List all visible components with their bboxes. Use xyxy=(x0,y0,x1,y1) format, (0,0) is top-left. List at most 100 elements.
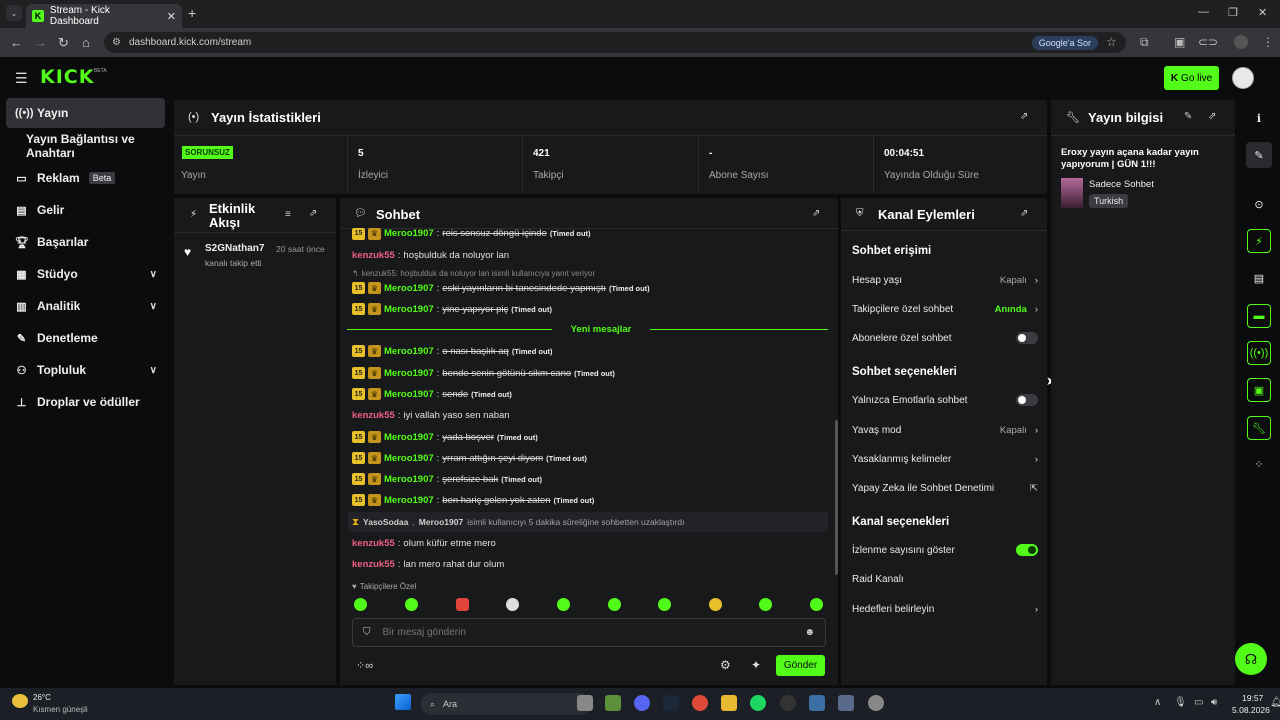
back-icon[interactable]: ← xyxy=(10,35,23,50)
chat-username[interactable]: Meroo1907 xyxy=(384,432,434,443)
mod-tools-icon[interactable]: ✦ xyxy=(751,658,761,672)
emote-icon[interactable] xyxy=(506,598,519,611)
network-icon[interactable]: ▭ xyxy=(1194,697,1203,708)
restore-icon[interactable]: ❐ xyxy=(1228,6,1238,19)
apps-icon[interactable]: ⁘ xyxy=(1246,451,1272,477)
broadcast-icon[interactable]: ((•)) xyxy=(1247,341,1271,365)
sidebar-item-basarilar[interactable]: 🏆︎ Başarılar xyxy=(6,227,165,257)
sidebar-item-analitik[interactable]: ▥ Analitik ∨ xyxy=(6,291,165,321)
chat-bubble-icon[interactable]: ▬ xyxy=(1247,304,1271,328)
raid-channel-row[interactable]: Raid Kanalı xyxy=(852,569,1038,589)
chat-message-input[interactable] xyxy=(382,627,793,638)
sidebar-item-denetleme[interactable]: ✎ Denetleme xyxy=(6,323,165,353)
chat-username[interactable]: kenzuk55 xyxy=(352,410,395,421)
sidebar-item-yayin[interactable]: ((•)) Yayın xyxy=(6,98,165,128)
mod-target[interactable]: Meroo1907 xyxy=(419,517,463,527)
taskbar-search[interactable]: ⌕ Ara xyxy=(421,693,591,715)
chat-username[interactable]: Meroo1907 xyxy=(384,495,434,506)
emote-only-toggle[interactable] xyxy=(1016,394,1038,406)
hamburger-menu-icon[interactable]: ☰ xyxy=(15,70,28,87)
app-icon[interactable] xyxy=(809,695,825,711)
lightning-icon[interactable]: ⚡︎ xyxy=(1247,229,1271,253)
show-views-toggle[interactable] xyxy=(1016,544,1038,556)
reload-icon[interactable]: ↻ xyxy=(58,35,69,51)
steam-icon[interactable] xyxy=(663,695,679,711)
volume-icon[interactable]: 🔊︎ xyxy=(1211,697,1217,708)
sidebar-item-studyo[interactable]: ▦ Stüdyo ∨ xyxy=(6,259,165,289)
emote-icon[interactable] xyxy=(557,598,570,611)
emote-icon[interactable] xyxy=(405,598,418,611)
edit-pencil-icon[interactable]: ✎ xyxy=(1184,111,1192,122)
extensions-icon[interactable]: ⧉ xyxy=(1140,35,1149,50)
sidebar-item-droplar[interactable]: ⊥ Droplar ve ödüller xyxy=(6,387,165,417)
wrench-icon[interactable]: 🔧︎ xyxy=(1247,416,1271,440)
app-icon[interactable] xyxy=(780,695,796,711)
filter-icon[interactable]: ≡ xyxy=(285,209,291,220)
popout-icon[interactable]: ⇗ xyxy=(812,208,820,219)
activity-user[interactable]: S2GNathan7 xyxy=(205,243,264,254)
popout-icon[interactable]: ⇗ xyxy=(1020,111,1028,122)
sidebar-item-topluluk[interactable]: ⚇ Topluluk ∨ xyxy=(6,355,165,385)
kick-coins-icon[interactable]: ⁘∞ xyxy=(356,659,373,672)
followers-chat-row[interactable]: Takipçilere özel sohbet Anında › xyxy=(852,299,1038,319)
chat-username[interactable]: Meroo1907 xyxy=(384,304,434,315)
popout-icon[interactable]: ⇗ xyxy=(309,208,317,219)
chat-username[interactable]: Meroo1907 xyxy=(384,474,434,485)
emote-icon[interactable] xyxy=(709,598,722,611)
notifications-icon[interactable]: 🔔︎ xyxy=(1270,697,1280,708)
emoji-picker-icon[interactable]: ☻ xyxy=(804,627,815,638)
kick-logo[interactable]: KICK xyxy=(40,66,94,88)
weather-temp[interactable]: 26°C xyxy=(33,693,51,702)
clock-time[interactable]: 19:57 xyxy=(1242,693,1263,703)
popout-icon[interactable]: ⇗ xyxy=(1208,111,1216,122)
discord-icon[interactable] xyxy=(634,695,650,711)
tab-close-icon[interactable]: ✕ xyxy=(167,10,176,23)
settings-gear-icon[interactable]: ⚙ xyxy=(720,658,731,672)
chat-username[interactable]: kenzuk55 xyxy=(352,250,395,261)
chrome-icon[interactable] xyxy=(692,695,708,711)
home-icon[interactable]: ⌂ xyxy=(82,35,90,50)
popout-icon[interactable]: ⇗ xyxy=(1020,208,1028,219)
app-icon[interactable] xyxy=(838,695,854,711)
minimize-icon[interactable]: — xyxy=(1198,6,1209,18)
emote-icon[interactable] xyxy=(759,598,772,611)
window-close-icon[interactable]: ✕ xyxy=(1258,6,1267,19)
go-live-button[interactable]: K Go live xyxy=(1164,66,1219,90)
stream-category[interactable]: Sadece Sohbet xyxy=(1089,179,1154,190)
address-bar[interactable]: ⚙ dashboard.kick.com/stream Google'a Sor xyxy=(104,32,1126,53)
file-explorer-icon[interactable] xyxy=(721,695,737,711)
send-button[interactable]: Gönder xyxy=(776,655,825,676)
chat-username[interactable]: kenzuk55 xyxy=(352,538,395,549)
chat-username[interactable]: Meroo1907 xyxy=(384,346,434,357)
emote-icon[interactable] xyxy=(456,598,469,611)
emote-icon[interactable] xyxy=(810,598,823,611)
emote-icon[interactable] xyxy=(658,598,671,611)
profile-icon[interactable] xyxy=(1234,35,1248,49)
screenshot-icon[interactable]: ⊙ xyxy=(1246,191,1272,217)
new-tab-button[interactable]: + xyxy=(188,5,196,21)
settings-icon[interactable] xyxy=(868,695,884,711)
tray-chevron-up-icon[interactable]: ∧ xyxy=(1154,697,1161,708)
notes-icon[interactable]: ▤ xyxy=(1246,265,1272,291)
google-sor-button[interactable]: Google'a Sor xyxy=(1031,35,1098,50)
bookmark-star-icon[interactable]: ☆ xyxy=(1106,35,1117,49)
mod-queue-icon[interactable]: ▣ xyxy=(1247,378,1271,402)
microphone-icon[interactable]: 🎙︎ xyxy=(1174,697,1187,708)
forward-icon[interactable]: → xyxy=(34,35,47,50)
emote-icon[interactable] xyxy=(608,598,621,611)
windows-start-icon[interactable] xyxy=(395,694,411,710)
account-age-row[interactable]: Hesap yaşı Kapalı › xyxy=(852,270,1038,290)
sidebar-item-gelir[interactable]: ▤ Gelir xyxy=(6,195,165,225)
chat-username[interactable]: Meroo1907 xyxy=(384,228,434,239)
task-view-icon[interactable] xyxy=(577,695,593,711)
chat-scrollbar[interactable] xyxy=(835,420,838,575)
chat-username[interactable]: Meroo1907 xyxy=(384,283,434,294)
language-tag[interactable]: Turkish xyxy=(1089,194,1129,208)
site-info-icon[interactable]: ⚙ xyxy=(112,37,121,48)
slow-mode-row[interactable]: Yavaş mod Kapalı › xyxy=(852,420,1038,440)
emote-icon[interactable] xyxy=(354,598,367,611)
chat-username[interactable]: Meroo1907 xyxy=(384,389,434,400)
menu-dots-icon[interactable]: ⋮ xyxy=(1262,35,1274,49)
tab-list-button[interactable]: ⌄ xyxy=(6,5,22,21)
browser-tab[interactable]: K Stream - Kick Dashboard ✕ xyxy=(26,4,182,28)
